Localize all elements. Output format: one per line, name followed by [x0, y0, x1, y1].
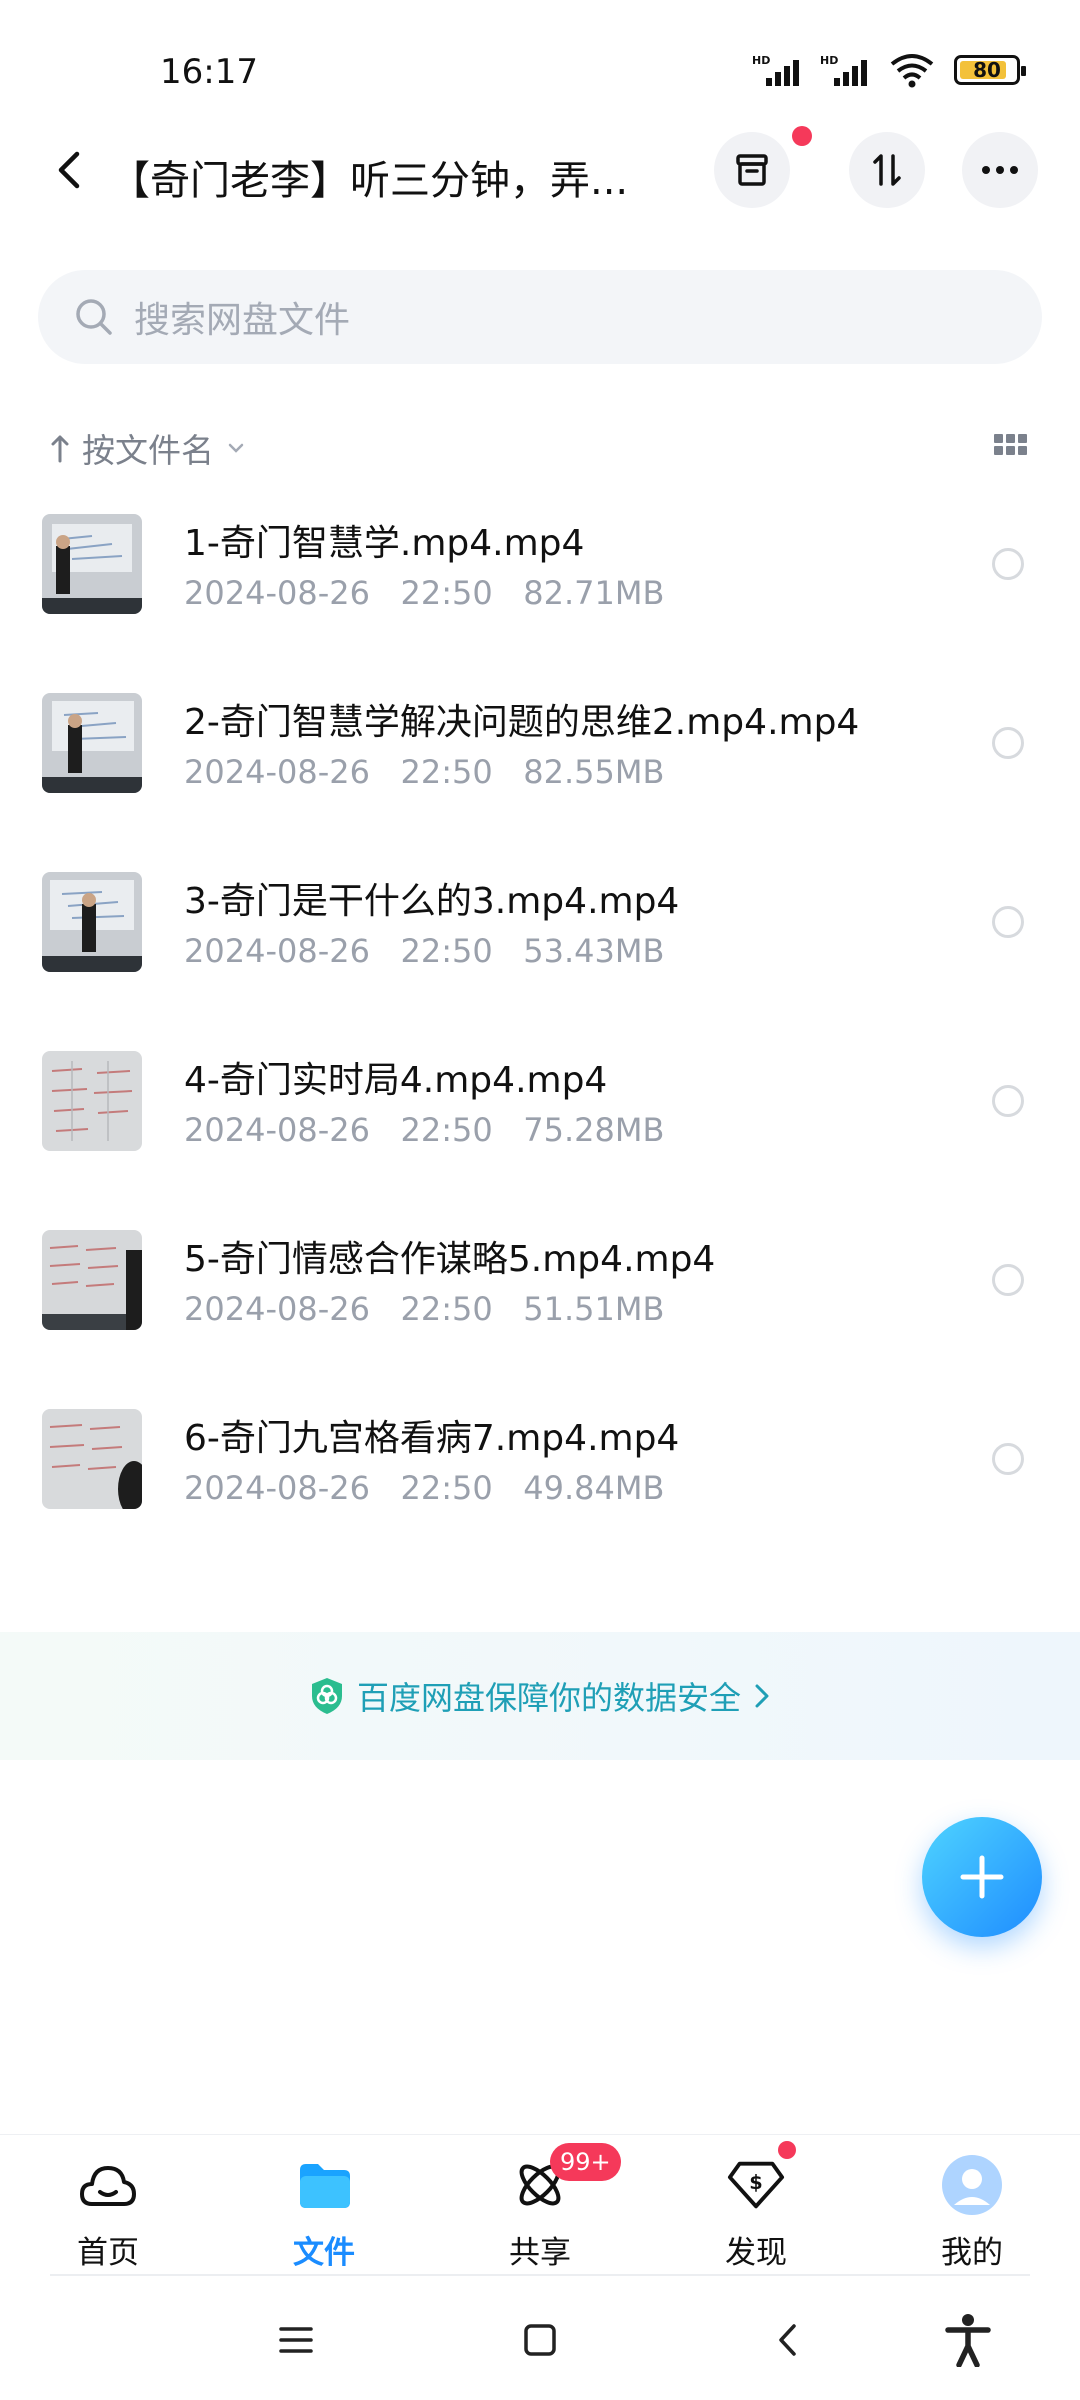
file-meta: 2024-08-26 22:50 51.51MB: [184, 1290, 665, 1328]
discover-diamond-icon: $: [727, 2161, 785, 2209]
sort-arrows-icon: [873, 154, 901, 186]
nav-label: 发现: [725, 2235, 787, 2271]
signal-hd-icon-2: HD: [820, 54, 867, 86]
status-bar: 16:17 HD HD 80: [0, 0, 1080, 120]
back-button[interactable]: [40, 140, 100, 200]
select-radio[interactable]: [992, 1443, 1024, 1475]
file-meta: 2024-08-26 22:50 82.55MB: [184, 753, 665, 791]
system-back-button[interactable]: [758, 2310, 818, 2370]
file-name: 2-奇门智慧学解决问题的思维2.mp4.mp4: [184, 702, 860, 743]
sort-order-button[interactable]: [849, 132, 925, 208]
cloud-home-icon: [80, 2166, 136, 2206]
nav-label: 文件: [293, 2235, 355, 2271]
file-name: 1-奇门智慧学.mp4.mp4: [184, 523, 585, 564]
security-banner[interactable]: 百度网盘保障你的数据安全: [0, 1632, 1080, 1760]
menu-button[interactable]: [266, 2310, 326, 2370]
video-thumbnail: [42, 872, 142, 972]
grid-view-icon[interactable]: [994, 434, 1028, 456]
file-meta: 2024-08-26 22:50 53.43MB: [184, 932, 665, 970]
file-name: 3-奇门是干什么的3.mp4.mp4: [184, 881, 680, 922]
share-badge: 99+: [550, 2143, 621, 2181]
plus-icon: [960, 1855, 1004, 1899]
chevron-left-icon: [58, 151, 80, 189]
nav-item-home[interactable]: 首页: [38, 2155, 178, 2272]
svg-text:HD: HD: [752, 54, 770, 67]
video-thumbnail: [42, 693, 142, 793]
search-input[interactable]: 搜索网盘文件: [38, 270, 1042, 364]
discover-dot: [778, 2141, 796, 2159]
nav-item-files[interactable]: 文件: [254, 2155, 394, 2272]
nav-divider: [50, 2274, 1030, 2276]
signal-hd-icon: HD: [752, 54, 799, 86]
video-thumbnail: [42, 1409, 142, 1509]
select-radio[interactable]: [992, 727, 1024, 759]
header: 【奇门老李】听三分钟，弄...: [0, 120, 1080, 230]
nav-item-me[interactable]: 我的: [902, 2155, 1042, 2272]
search-placeholder: 搜索网盘文件: [134, 300, 351, 341]
video-thumbnail: [42, 514, 142, 614]
select-radio[interactable]: [992, 548, 1024, 580]
battery-level: 80: [973, 58, 1001, 82]
sort-dropdown[interactable]: 按文件名: [50, 424, 246, 472]
file-name: 6-奇门九宫格看病7.mp4.mp4: [184, 1418, 680, 1459]
square-home-icon: [524, 2324, 556, 2356]
system-nav: [0, 2280, 1080, 2400]
select-radio[interactable]: [992, 906, 1024, 938]
file-row[interactable]: 2-奇门智慧学解决问题的思维2.mp4.mp4 2024-08-26 22:50…: [0, 679, 1080, 858]
home-button[interactable]: [510, 2310, 570, 2370]
security-text: 百度网盘保障你的数据安全: [356, 1679, 741, 1717]
select-radio[interactable]: [992, 1085, 1024, 1117]
add-button[interactable]: [922, 1817, 1042, 1937]
video-thumbnail: [42, 1051, 142, 1151]
accessibility-icon: [945, 2314, 991, 2367]
arrow-up-icon: [51, 435, 69, 463]
file-row[interactable]: 3-奇门是干什么的3.mp4.mp4 2024-08-26 22:50 53.4…: [0, 858, 1080, 1037]
folder-icon: [300, 2164, 350, 2208]
wifi-icon: [890, 54, 934, 88]
sort-row: 按文件名: [38, 420, 1042, 474]
accessibility-button[interactable]: [938, 2310, 998, 2370]
more-dots-icon: [982, 166, 1018, 174]
bottom-nav: 首页 文件 99+ 共享 $ 发现 我的: [0, 2134, 1080, 2274]
video-thumbnail: [42, 1230, 142, 1330]
file-row[interactable]: 1-奇门智慧学.mp4.mp4 2024-08-26 22:50 82.71MB: [0, 500, 1080, 679]
status-icons: HD HD 80: [752, 52, 1026, 88]
sort-label: 按文件名: [82, 431, 214, 470]
avatar-icon: [942, 2155, 1002, 2215]
file-meta: 2024-08-26 22:50 49.84MB: [184, 1469, 665, 1507]
nav-item-share[interactable]: 99+ 共享: [470, 2143, 621, 2272]
shield-icon: [311, 1678, 342, 1714]
chevron-down-icon: [228, 443, 244, 453]
file-list: 1-奇门智慧学.mp4.mp4 2024-08-26 22:50 82.71MB…: [0, 500, 1080, 1574]
file-meta: 2024-08-26 22:50 75.28MB: [184, 1111, 665, 1149]
search-icon: [76, 299, 112, 335]
file-meta: 2024-08-26 22:50 82.71MB: [184, 574, 665, 612]
chevron-right-icon: [755, 1684, 769, 1708]
battery-icon: 80: [954, 55, 1026, 85]
nav-label: 共享: [509, 2235, 571, 2271]
more-button[interactable]: [962, 132, 1038, 208]
back-arrow-icon: [779, 2324, 796, 2356]
nav-label: 首页: [77, 2235, 139, 2271]
file-name: 5-奇门情感合作谋略5.mp4.mp4: [184, 1239, 716, 1280]
file-row[interactable]: 5-奇门情感合作谋略5.mp4.mp4 2024-08-26 22:50 51.…: [0, 1216, 1080, 1395]
page-title: 【奇门老李】听三分钟，弄...: [110, 158, 629, 204]
svg-text:HD: HD: [820, 54, 838, 67]
file-row[interactable]: 6-奇门九宫格看病7.mp4.mp4 2024-08-26 22:50 49.8…: [0, 1395, 1080, 1574]
archive-box-icon: [736, 154, 768, 186]
svg-text:$: $: [749, 2171, 762, 2194]
menu-icon: [279, 2327, 313, 2353]
select-radio[interactable]: [992, 1264, 1024, 1296]
transfer-list-button[interactable]: [714, 132, 790, 208]
nav-label: 我的: [941, 2235, 1003, 2271]
file-name: 4-奇门实时局4.mp4.mp4: [184, 1060, 608, 1101]
file-row[interactable]: 4-奇门实时局4.mp4.mp4 2024-08-26 22:50 75.28M…: [0, 1037, 1080, 1216]
notification-dot: [792, 126, 812, 146]
status-time: 16:17: [160, 52, 258, 92]
nav-item-discover[interactable]: $ 发现: [686, 2141, 826, 2272]
